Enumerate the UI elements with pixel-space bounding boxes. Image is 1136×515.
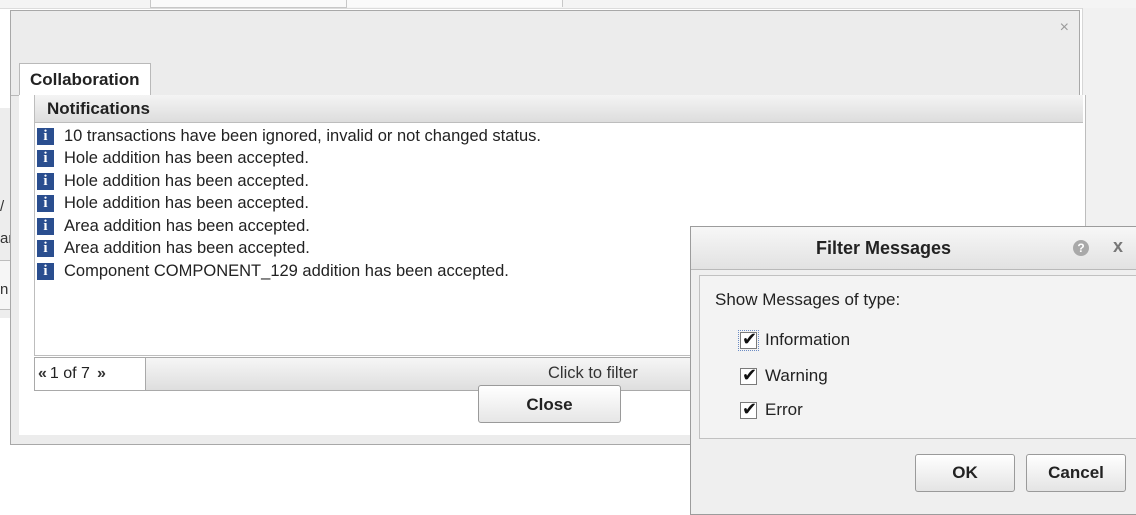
- tab-collaboration[interactable]: Collaboration: [19, 63, 151, 97]
- list-item[interactable]: i Hole addition has been accepted.: [35, 170, 1083, 193]
- filter-dialog-title: Filter Messages: [816, 238, 952, 258]
- list-item[interactable]: i Hole addition has been accepted.: [35, 148, 1083, 171]
- close-button[interactable]: Close: [478, 385, 621, 423]
- close-icon[interactable]: ×: [1060, 19, 1069, 37]
- list-item[interactable]: i Hole addition has been accepted.: [35, 193, 1083, 216]
- background-table-cell: [150, 0, 347, 8]
- close-icon[interactable]: x: [1113, 236, 1123, 257]
- notification-text: Hole addition has been accepted.: [64, 149, 309, 168]
- click-to-filter-link[interactable]: Click to filter: [548, 364, 638, 383]
- information-label: Information: [765, 330, 851, 349]
- notification-text: 10 transactions have been ignored, inval…: [64, 126, 541, 145]
- warning-label: Warning: [765, 366, 828, 385]
- pagination: « 1 of 7 »: [35, 358, 146, 390]
- notification-text: Area addition has been accepted.: [64, 216, 310, 235]
- information-checkbox-row[interactable]: Information: [738, 329, 851, 351]
- notification-text: Area addition has been accepted.: [64, 239, 310, 258]
- help-icon[interactable]: ?: [1073, 240, 1089, 256]
- info-icon: i: [37, 172, 54, 190]
- notification-text: Component COMPONENT_129 addition has bee…: [64, 261, 509, 280]
- filter-options-group: Show Messages of type: Information Warni…: [699, 275, 1136, 439]
- prev-page-button[interactable]: «: [38, 365, 47, 383]
- background-table-cell: [347, 0, 563, 7]
- background-text-fragment: n: [0, 281, 9, 298]
- tab-bar: Collaboration: [11, 55, 1079, 97]
- filter-dialog-titlebar: Filter Messages ? x: [691, 227, 1136, 270]
- next-page-button[interactable]: »: [97, 365, 106, 383]
- warning-checkbox-row[interactable]: Warning: [740, 365, 828, 386]
- cancel-button[interactable]: Cancel: [1026, 454, 1126, 492]
- background-right-panel: [1082, 8, 1136, 228]
- list-item[interactable]: i 10 transactions have been ignored, inva…: [35, 125, 1083, 148]
- information-checkbox[interactable]: [738, 329, 759, 351]
- info-icon: i: [37, 150, 54, 168]
- background-text-fragment: /: [0, 198, 5, 215]
- info-icon: i: [37, 195, 54, 213]
- error-label: Error: [765, 400, 803, 419]
- notifications-header: Notifications: [35, 95, 1083, 123]
- notification-text: Hole addition has been accepted.: [64, 194, 309, 213]
- info-icon: i: [37, 217, 54, 235]
- info-icon: i: [37, 262, 54, 280]
- error-checkbox-row[interactable]: Error: [740, 399, 803, 420]
- info-icon: i: [37, 240, 54, 258]
- warning-checkbox[interactable]: [740, 365, 757, 386]
- notification-text: Hole addition has been accepted.: [64, 171, 309, 190]
- error-checkbox[interactable]: [740, 399, 757, 420]
- show-messages-label: Show Messages of type:: [715, 290, 901, 309]
- ok-button[interactable]: OK: [915, 454, 1015, 492]
- info-icon: i: [37, 127, 54, 145]
- page-indicator: 1 of 7: [49, 365, 90, 382]
